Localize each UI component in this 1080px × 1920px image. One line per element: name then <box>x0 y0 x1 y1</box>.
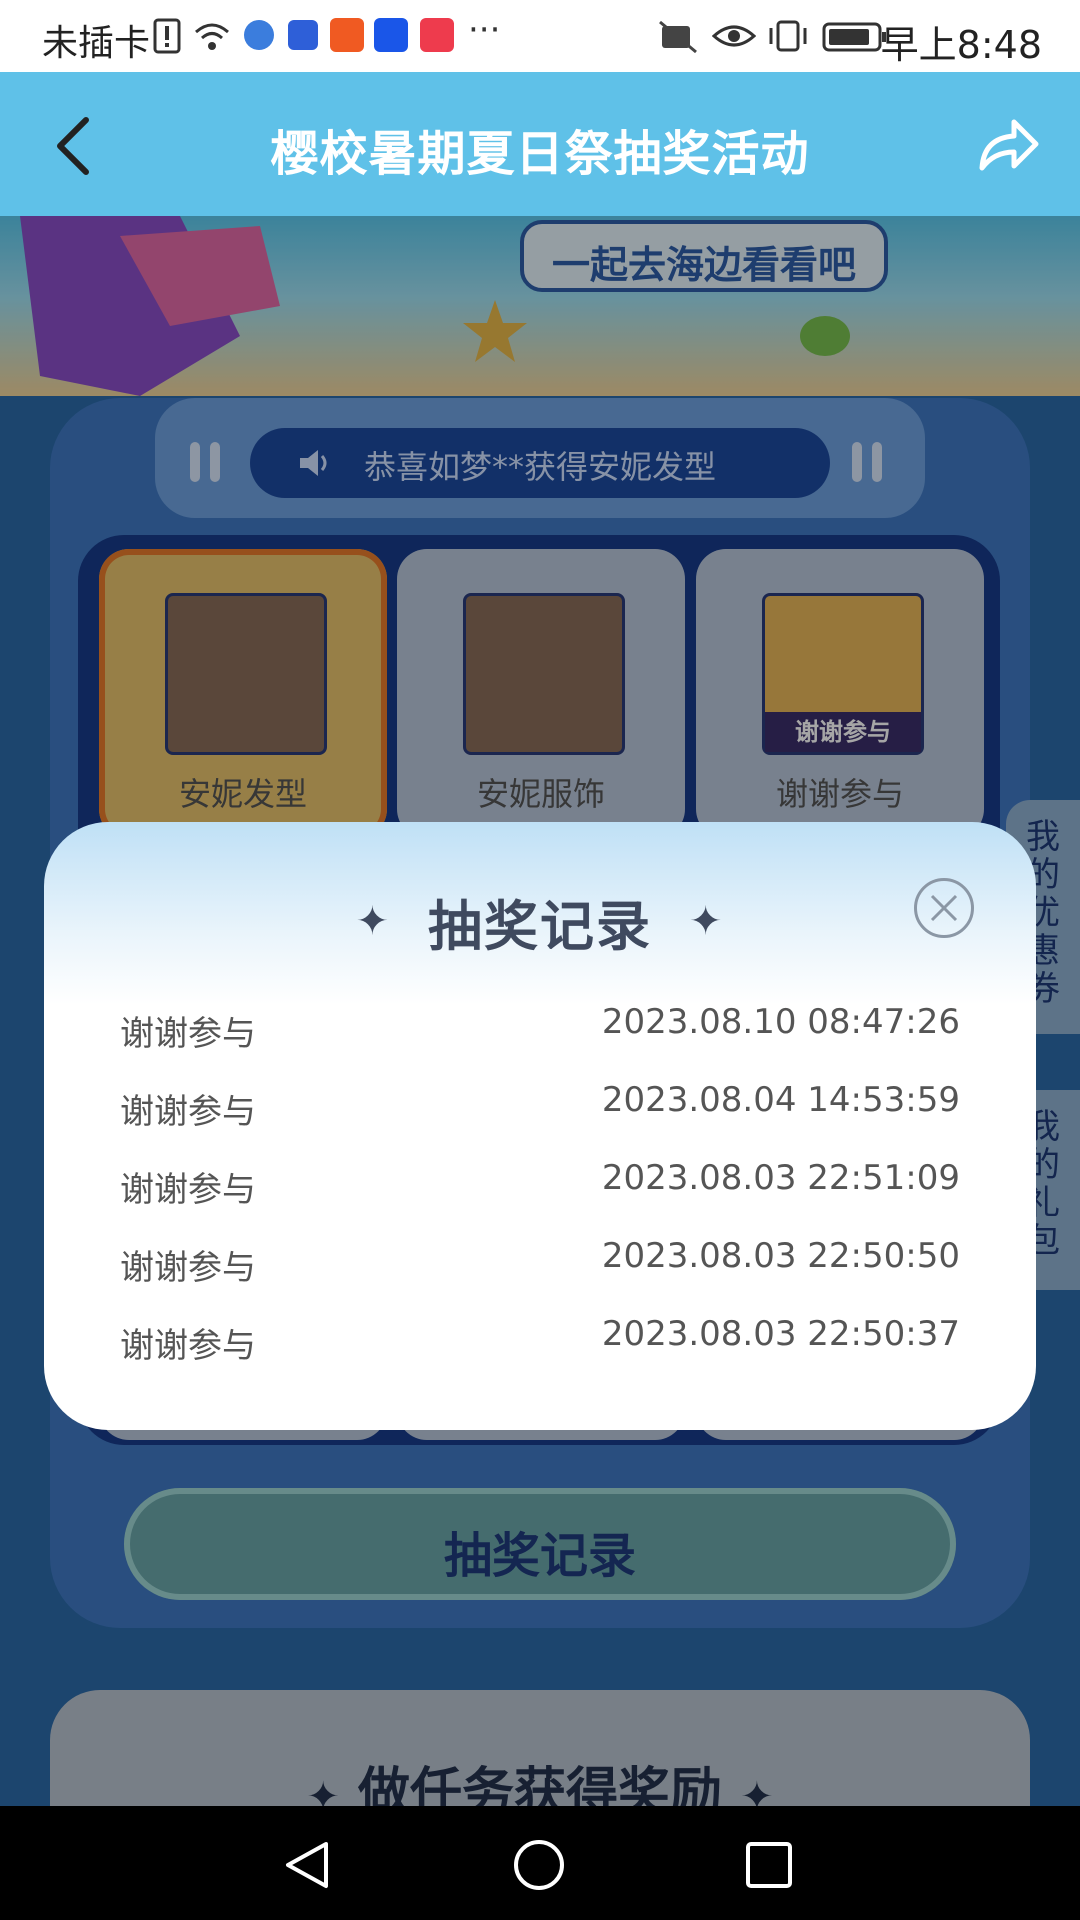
close-icon[interactable] <box>914 878 974 938</box>
sparkle-icon: ✦ <box>688 898 725 945</box>
record-prize-name: 谢谢参与 <box>120 1326 256 1366</box>
huawei-app-icon <box>420 18 454 52</box>
baidu-icon <box>288 20 318 50</box>
kuaishou-icon <box>330 18 364 52</box>
system-nav-bar <box>0 1806 1080 1920</box>
wifi-icon <box>195 23 229 50</box>
nav-back-icon[interactable] <box>282 1840 332 1890</box>
record-prize-name: 谢谢参与 <box>120 1014 256 1054</box>
battery-icon <box>822 22 886 52</box>
lottery-record-modal: ✦ 抽奖记录 ✦ 谢谢参与 2023.08.10 08:47:26 谢谢参与 2… <box>44 822 1036 1430</box>
carrier-text: 未插卡 <box>42 23 151 64</box>
status-bar: 未插卡 ··· 早上8:48 <box>0 0 1080 72</box>
record-time: 2023.08.03 22:51:09 <box>601 1158 960 1198</box>
share-icon[interactable] <box>976 114 1040 174</box>
record-prize-name: 谢谢参与 <box>120 1170 256 1210</box>
app-notification-icon <box>244 20 274 50</box>
eye-icon <box>712 25 756 47</box>
record-time: 2023.08.10 08:47:26 <box>601 1002 960 1042</box>
sparkle-icon: ✦ <box>355 898 392 945</box>
more-notifications-icon: ··· <box>468 10 501 50</box>
nav-home-icon[interactable] <box>512 1838 566 1892</box>
record-time: 2023.08.03 22:50:50 <box>601 1236 960 1276</box>
record-prize-name: 谢谢参与 <box>120 1248 256 1288</box>
record-time: 2023.08.03 22:50:37 <box>601 1314 960 1354</box>
modal-title: ✦ 抽奖记录 ✦ <box>355 895 725 958</box>
clock-text: 早上8:48 <box>880 23 1042 67</box>
bulb-app-icon <box>374 18 408 52</box>
app-header: 樱校暑期夏日祭抽奖活动 <box>0 72 1080 216</box>
silent-icon <box>659 20 697 54</box>
record-prize-name: 谢谢参与 <box>120 1092 256 1132</box>
sim-alert-icon <box>153 18 181 54</box>
nav-recents-icon[interactable] <box>744 1840 794 1890</box>
vibrate-icon <box>769 20 807 52</box>
page-title: 樱校暑期夏日祭抽奖活动 <box>270 126 810 182</box>
record-time: 2023.08.04 14:53:59 <box>601 1080 960 1120</box>
